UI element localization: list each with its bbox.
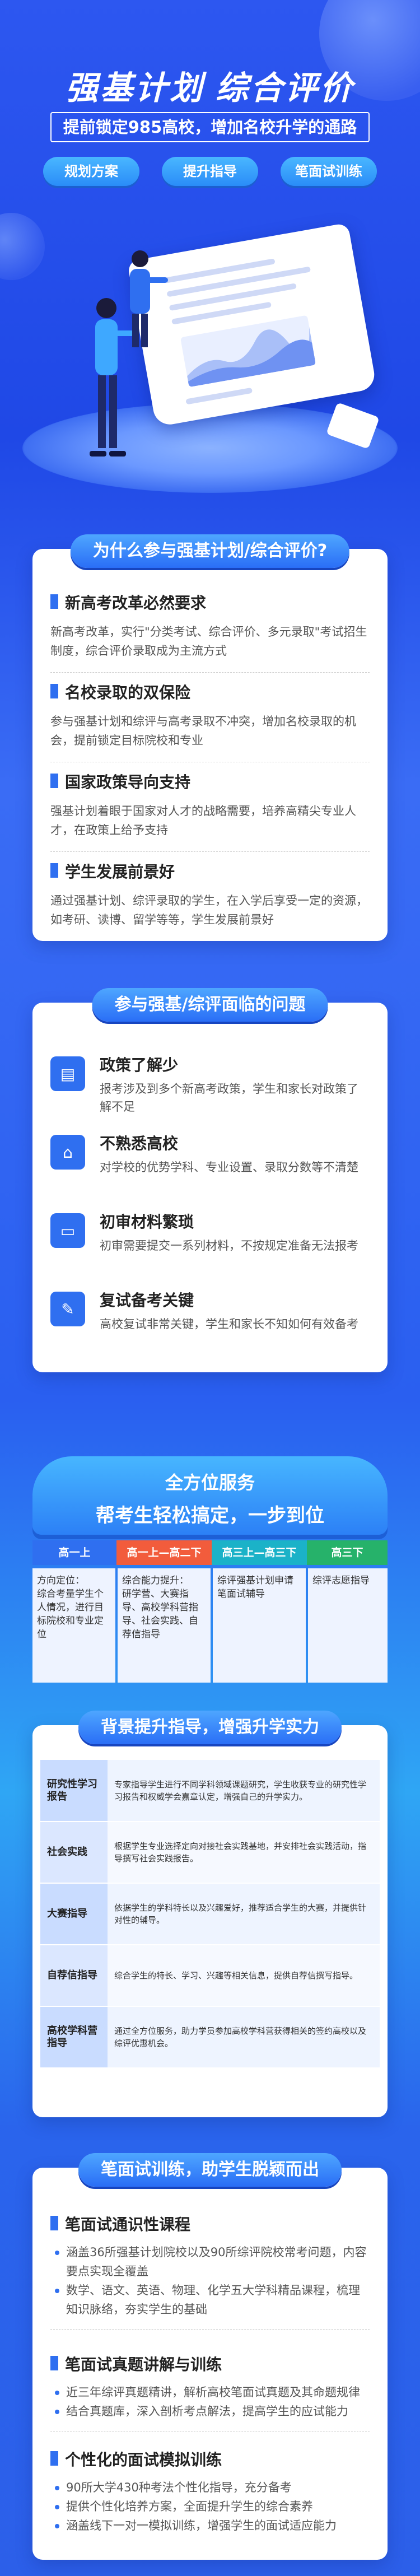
service-title-line2: 帮考生轻松搞定，一步到位 (96, 1504, 324, 1527)
row-key: 自荐信指导 (40, 1945, 108, 2007)
problems-section-title: 参与强基/综评面临的问题 (92, 988, 328, 1022)
stage-label: 高三下 (307, 1540, 388, 1565)
training-title: 个性化的面试模拟训练 (50, 2448, 370, 2470)
divider (50, 2329, 370, 2330)
training-item: 个性化的面试模拟训练 90所大学430种考法个性化指导，充分备考 提供个性化培养… (50, 2448, 370, 2535)
row-value: 根据学生专业选择定向对接社会实践基地，并安排社会实践活动，指导撰写社会实践报告。 (108, 1822, 380, 1884)
stage-row: 高一上 高一上—高二下 高三上—高三下 高三下 (32, 1540, 388, 1565)
why-item: 名校录取的双保险 参与强基计划和综评与高考录取不冲突，增加名校录取的机会，提前锁… (50, 681, 370, 762)
pill-improve[interactable]: 提升指导 (162, 157, 258, 186)
training-point: 数学、语文、英语、物理、化学五大学科精品课程，梳理知识脉络，夯实学生的基础 (50, 2281, 370, 2319)
training-item: 笔面试真题讲解与训练 近三年综评真题精讲，解析高校笔面试真题及其命题规律 结合真… (50, 2353, 370, 2431)
hero-title: 强基计划 综合评价 (65, 70, 355, 106)
why-item-desc: 新高考改革，实行"分类考试、综合评价、多元录取"考试招生制度，综合评价录取成为主… (50, 625, 367, 658)
row-key: 社会实践 (40, 1822, 108, 1884)
stage-content: 综评志愿指导 (308, 1568, 388, 1683)
hero-pill-row: 规划方案 提升指导 笔面试训练 (0, 157, 420, 186)
pill-exam-training[interactable]: 笔面试训练 (281, 157, 377, 186)
training-points: 90所大学430种考法个性化指导，充分备考 提供个性化培养方案，全面提升学生的综… (50, 2478, 370, 2535)
table-row: 自荐信指导 综合学生的特长、学习、兴趣等相关信息，提供自荐信撰写指导。 (40, 1945, 380, 2007)
training-point: 90所大学430种考法个性化指导，充分备考 (50, 2478, 370, 2497)
why-item-desc: 参与强基计划和综评与高考录取不冲突，增加名校录取的机会，提前锁定目标院校和专业 (50, 715, 356, 747)
row-value: 通过全方位服务，助力学员参加高校学科营获得相关的签约高校以及综评优惠机会。 (108, 2006, 380, 2069)
hero-subtitle: 提前锁定985高校，增加名校升学的通路 (50, 112, 370, 142)
row-value: 专家指导学生进行不同学科领域课题研究，学生收获专业的研究性学习报告和权威学会嘉章… (108, 1760, 380, 1822)
row-value: 综合学生的特长、学习、兴趣等相关信息，提供自荐信撰写指导。 (108, 1945, 380, 2007)
table-row: 高校学科营指导 通过全方位服务，助力学员参加高校学科营获得相关的签约高校以及综评… (40, 2006, 380, 2069)
training-point: 提供个性化培养方案，全面提升学生的综合素养 (50, 2497, 370, 2516)
training-point: 涵盖线下一对一模拟训练，增强学生的面试适应能力 (50, 2516, 370, 2535)
divider (50, 851, 370, 852)
problem-title: 复试备考关键 (100, 1291, 194, 1310)
row-value: 依据学生的学科特长以及兴趣爱好，推荐适合学生的大赛，并提供针对性的辅导。 (108, 1883, 380, 1945)
problem-item: ▭ 初审材料繁琐 初审需要提交一系列材料，不按规定准备无法报考 (50, 1210, 370, 1255)
why-item: 新高考改革必然要求 新高考改革，实行"分类考试、综合评价、多元录取"考试招生制度… (50, 591, 370, 673)
table-row: 大赛指导 依据学生的学科特长以及兴趣爱好，推荐适合学生的大赛，并提供针对性的辅导… (40, 1883, 380, 1945)
stage-label: 高三上—高三下 (212, 1540, 307, 1565)
why-item-title: 新高考改革必然要求 (50, 591, 370, 613)
why-item-desc: 强基计划着眼于国家对人才的战略需要，培养高精尖专业人才，在政策上给予支持 (50, 804, 356, 837)
stage-content: 方向定位： 综合考量学生个人情况，进行目标院校和专业定位 (32, 1568, 115, 1683)
training-section-card: 笔面试训练，助学生脱颖而出 笔面试通识性课程 涵盖36所强基计划院校以及90所综… (32, 2153, 388, 2560)
service-section-title: 全方位服务 帮考生轻松搞定，一步到位 (32, 1456, 388, 1535)
training-points: 涵盖36所强基计划院校以及90所综评院校常考问题，内容要点实现全覆盖 数学、语文… (50, 2243, 370, 2319)
chart-icon (187, 326, 316, 388)
table-row: 社会实践 根据学生专业选择定向对接社会实践基地，并安排社会实践活动，指导撰写社会… (40, 1822, 380, 1884)
divider (50, 672, 370, 673)
training-point: 结合真题库，深入剖析考点解法，提高学生的应试能力 (50, 2402, 370, 2421)
why-item-desc: 通过强基计划、综评录取的学生，在入学后享受一定的资源，如考研、读博、留学等等，学… (50, 894, 368, 926)
training-item: 笔面试通识性课程 涵盖36所强基计划院校以及90所综评院校常考问题，内容要点实现… (50, 2212, 370, 2330)
problem-desc: 对学校的优势学科、专业设置、录取分数等不清楚 (100, 1161, 358, 1174)
decor-circle (0, 213, 45, 280)
problem-desc: 初审需要提交一系列材料，不按规定准备无法报考 (100, 1239, 358, 1252)
training-title: 笔面试通识性课程 (50, 2212, 370, 2235)
problem-title: 初审材料繁琐 (100, 1213, 194, 1231)
why-item: 学生发展前景好 通过强基计划、综评录取的学生，在入学后享受一定的资源，如考研、读… (50, 860, 370, 929)
training-points: 近三年综评真题精讲，解析高校笔面试真题及其命题规律 结合真题库，深入剖析考点解法… (50, 2383, 370, 2421)
problem-item: ⌂ 不熟悉高校 对学校的优势学科、专业设置、录取分数等不清楚 (50, 1131, 370, 1176)
why-item-title: 学生发展前景好 (50, 860, 370, 882)
stage-label: 高一上 (32, 1540, 116, 1565)
service-title-line1: 全方位服务 (165, 1472, 255, 1493)
problem-title: 不熟悉高校 (100, 1134, 179, 1153)
edit-icon: ✎ (50, 1292, 85, 1326)
problem-title: 政策了解少 (100, 1056, 179, 1074)
table-row: 研究性学习报告 专家指导学生进行不同学科领域课题研究，学生收获专业的研究性学习报… (40, 1760, 380, 1822)
pill-plan[interactable]: 规划方案 (43, 157, 139, 186)
background-table: 研究性学习报告 专家指导学生进行不同学科领域课题研究，学生收获专业的研究性学习报… (40, 1760, 380, 2069)
person-illustration (130, 250, 168, 347)
background-section-title: 背景提升指导，增强升学实力 (78, 1711, 342, 1744)
stage-content: 综合能力提升： 研学营、大赛指导、高校学科营指导、社会实践、自荐信指导 (118, 1568, 211, 1683)
why-item-title: 名校录取的双保险 (50, 681, 370, 703)
row-key: 研究性学习报告 (40, 1760, 108, 1822)
problem-desc: 高校复试非常关键，学生和家长不知如何有效备考 (100, 1317, 358, 1331)
row-key: 大赛指导 (40, 1883, 108, 1945)
hero-banner: 强基计划 综合评价 提前锁定985高校，增加名校升学的通路 规划方案 提升指导 … (0, 0, 420, 538)
training-point: 涵盖36所强基计划院校以及90所综评院校常考问题，内容要点实现全覆盖 (50, 2243, 370, 2281)
problem-item: ✎ 复试备考关键 高校复试非常关键，学生和家长不知如何有效备考 (50, 1288, 370, 1333)
why-item-title: 国家政策导向支持 (50, 770, 370, 793)
why-section-card: 为什么参与强基计划/综合评价? 新高考改革必然要求 新高考改革，实行"分类考试、… (32, 534, 388, 941)
why-section-title: 为什么参与强基计划/综合评价? (70, 534, 350, 568)
problem-desc: 报考涉及到多个新高考政策，学生和家长对政策了解不足 (100, 1082, 358, 1114)
stage-content: 综评强基计划申请 笔面试辅导 (213, 1568, 306, 1683)
why-item: 国家政策导向支持 强基计划着眼于国家对人才的战略需要，培养高精尖专业人才，在政策… (50, 770, 370, 852)
training-point: 近三年综评真题精讲，解析高校笔面试真题及其命题规律 (50, 2383, 370, 2402)
problem-item: ▤ 政策了解少 报考涉及到多个新高考政策，学生和家长对政策了解不足 (50, 1053, 370, 1116)
folder-icon: ▭ (50, 1213, 85, 1248)
row-key: 高校学科营指导 (40, 2006, 108, 2069)
problems-section-card: 参与强基/综评面临的问题 ▤ 政策了解少 报考涉及到多个新高考政策，学生和家长对… (32, 988, 388, 1372)
training-title: 笔面试真题讲解与训练 (50, 2353, 370, 2375)
stage-label: 高一上—高二下 (116, 1540, 212, 1565)
training-section-title: 笔面试训练，助学生脱颖而出 (78, 2153, 342, 2187)
policy-icon: ▤ (50, 1056, 85, 1091)
school-icon: ⌂ (50, 1135, 85, 1170)
